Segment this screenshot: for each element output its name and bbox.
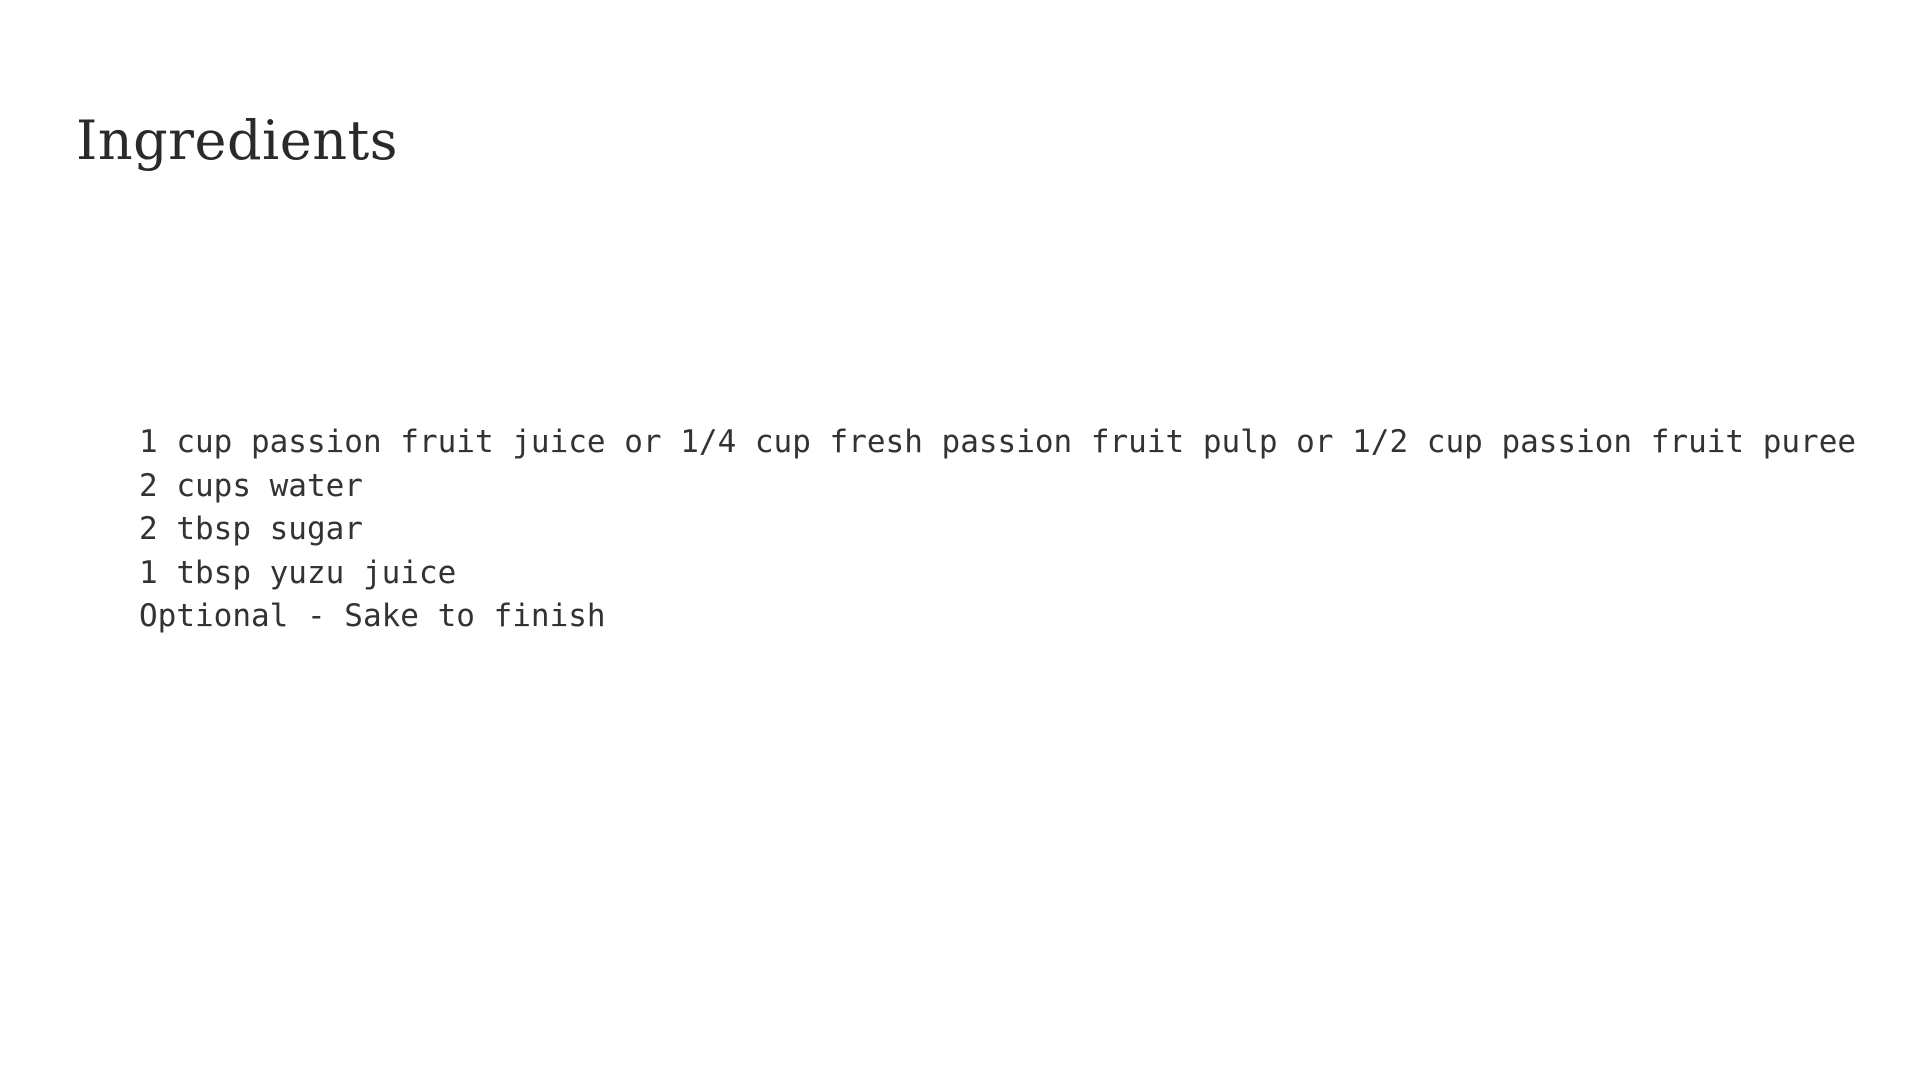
ingredient-item-yuzu-juice: 1 tbsp yuzu juice: [139, 554, 457, 591]
ingredient-item-passion-fruit: 1 cup passion fruit juice or 1/4 cup fre…: [139, 424, 1857, 460]
ingredient-list: 1 cup passion fruit juice or 1/4 cup fre…: [139, 421, 1856, 639]
ingredient-item-sugar: 2 tbsp sugar: [139, 511, 363, 547]
slide-title: Ingredients: [76, 109, 398, 172]
ingredient-item-sake: Optional - Sake to finish: [139, 598, 606, 634]
ingredient-item-water: 2 cups water: [139, 467, 363, 504]
slide: Ingredients 1 cup passion fruit juice or…: [0, 0, 1920, 1080]
